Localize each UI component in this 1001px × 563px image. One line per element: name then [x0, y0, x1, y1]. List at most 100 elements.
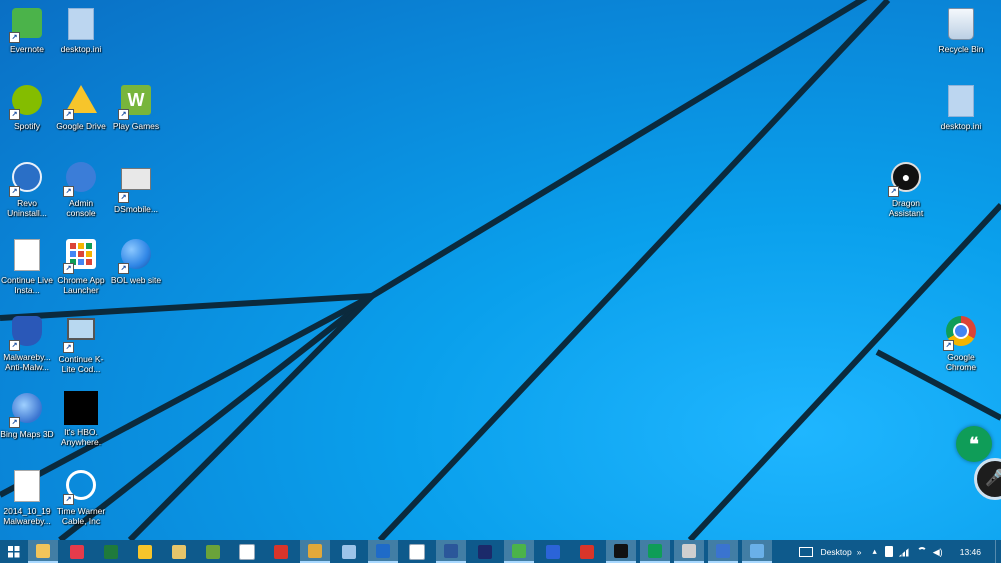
taskbar-button-scanner[interactable] [674, 540, 704, 563]
hangouts-floater[interactable]: ❝ [956, 426, 992, 462]
desktop-icon-malwarebytes[interactable]: ↗ Malwareby... Anti-Malw... [0, 314, 54, 372]
taskbar-button-app-blue[interactable] [538, 540, 568, 563]
evernote-icon: ↗ [9, 8, 44, 43]
taskbar-button-excel[interactable] [96, 540, 126, 563]
desktop-icon-admin-console[interactable]: ↗ Admin console [54, 160, 108, 218]
malwarebytes-icon: ↗ [9, 316, 44, 351]
remote-desktop-icon [750, 543, 764, 558]
desktop-icon-label: Continue K-Lite Cod... [58, 354, 104, 374]
volume-icon[interactable]: ◀) [933, 547, 943, 557]
help-icon [716, 543, 730, 558]
text-file-icon [10, 470, 44, 504]
desktop-icon-evernote[interactable]: ↗ Evernote [0, 6, 54, 54]
desktop-icon-label: Bing Maps 3D [0, 429, 54, 439]
show-hidden-icons-button[interactable]: ▴ [872, 546, 876, 557]
app-launcher-icon: ↗ [63, 239, 98, 274]
folder-icon [36, 543, 50, 558]
power-icon[interactable] [884, 546, 893, 557]
desktop-icon-hbo[interactable]: It's HBO. Anywhere. [54, 391, 108, 447]
desktop-icon-continue-klite[interactable]: ↗ Continue K-Lite Cod... [54, 314, 108, 374]
chrome-icon: ↗ [943, 316, 978, 351]
taskbar-button-outlook[interactable] [368, 540, 398, 563]
desktop-icon-dsmobile[interactable]: ↗ DSmobile... [109, 160, 163, 214]
revo-icon: ↗ [9, 162, 44, 197]
desktop-icon-recycle-bin[interactable]: Recycle Bin [934, 6, 988, 54]
scanner-icon [682, 543, 696, 558]
taskbar-button-app-dark[interactable] [470, 540, 500, 563]
desktop-icon-label: Admin console [66, 198, 96, 218]
media-icon [274, 544, 288, 559]
desktop-icon-bol-web[interactable]: ↗ BOL web site [109, 237, 163, 285]
wifi-icon[interactable] [916, 546, 927, 557]
taskbar-button-media[interactable] [266, 540, 296, 563]
taskbar-button-app-black[interactable] [606, 540, 636, 563]
desktop-icon-label: BOL web site [110, 275, 162, 285]
desktop-icon-label: Recycle Bin [938, 44, 984, 54]
taskbar-button-pocket[interactable] [62, 540, 92, 563]
installer-icon: ↗ [63, 318, 98, 353]
desktop-icon-label: Play Games [112, 121, 160, 131]
desktop-icon-spotify[interactable]: ↗ Spotify [0, 83, 54, 131]
desktop-icon-play-games[interactable]: W ↗ Play Games [109, 83, 163, 131]
desktop-icon-google-drive[interactable]: ↗ Google Drive [54, 83, 108, 131]
keyboard-icon[interactable] [798, 546, 813, 557]
file-icon [944, 85, 978, 119]
desktop-icon-label: Evernote [9, 44, 45, 54]
taskbar-button-app-launcher[interactable] [232, 540, 262, 563]
app-icon [546, 544, 560, 559]
grid-icon [239, 543, 255, 560]
recycle-bin-icon [944, 8, 978, 42]
google-drive-icon: ↗ [63, 85, 98, 120]
taskbar: Desktop » ▴ ◀) 13:46 [0, 540, 1001, 563]
taskbar-button-toolbox[interactable] [572, 540, 602, 563]
desktop-icon-time-warner[interactable]: ↗ Time Warner Cable, Inc [54, 468, 108, 526]
show-desktop-button[interactable] [995, 540, 1001, 563]
desktop-icon-label: desktop.ini [940, 121, 982, 131]
taskbar-buttons [28, 540, 776, 563]
desktop-icon-bing-maps[interactable]: ↗ Bing Maps 3D [0, 391, 54, 439]
taskbar-button-folder-yellow[interactable] [164, 540, 194, 563]
pocket-icon [70, 544, 84, 559]
globe-icon: ↗ [118, 239, 153, 274]
excel-icon [104, 544, 118, 559]
folder-icon [172, 544, 186, 559]
signal-icon[interactable] [898, 546, 911, 557]
taskbar-button-evernote[interactable] [504, 540, 534, 563]
taskbar-button-hangouts[interactable] [640, 540, 670, 563]
bing-maps-icon: ↗ [9, 393, 44, 428]
microphone-icon: ● ↗ [888, 162, 923, 197]
taskbar-button-play-games[interactable] [198, 540, 228, 563]
desktop-icon-chrome-app-launcher[interactable]: ↗ Chrome App Launcher [54, 237, 108, 295]
admin-console-icon: ↗ [63, 162, 98, 197]
taskbar-button-chrome[interactable] [300, 540, 330, 563]
outlook-icon [376, 543, 390, 558]
desktop-icon-desktop-ini-2[interactable]: desktop.ini [934, 83, 988, 131]
taskbar-button-remote[interactable] [742, 540, 772, 563]
document-icon [10, 239, 44, 273]
desktop-icon-label: Revo Uninstall... [7, 198, 47, 218]
taskbar-button-file-explorer[interactable] [28, 540, 58, 563]
microphone-icon: 🎤 [985, 470, 1001, 487]
clock[interactable]: 13:46 [960, 547, 981, 557]
evernote-icon [512, 543, 526, 558]
taskbar-button-google-drive[interactable] [130, 540, 160, 563]
desktop-icon-desktop-ini[interactable]: desktop.ini [54, 6, 108, 54]
desktop-icon-continue-live[interactable]: Continue Live Insta... [0, 237, 54, 295]
taskbar-button-word[interactable] [436, 540, 466, 563]
start-button[interactable] [0, 540, 28, 563]
word-icon [444, 543, 458, 558]
desktop-icon-dragon[interactable]: ● ↗ Dragon Assistant [879, 160, 933, 218]
desktop-icon-label: Chrome App Launcher [57, 275, 105, 295]
network-icon [342, 544, 356, 559]
desktop-toolbar-label[interactable]: Desktop [821, 547, 852, 557]
desktop-icon-label: Google Drive [56, 121, 106, 131]
taskbar-button-help[interactable] [708, 540, 738, 563]
windows-logo-icon [8, 545, 20, 557]
desktop-icon-malwarebytes-log[interactable]: 2014_10_19 Malwareby... [0, 468, 54, 526]
taskbar-button-network[interactable] [334, 540, 364, 563]
more-toolbars-icon[interactable]: » [857, 547, 862, 557]
chrome-icon [308, 543, 322, 558]
desktop-icon-google-chrome[interactable]: ↗ Google Chrome [934, 314, 988, 372]
desktop-icon-revo[interactable]: ↗ Revo Uninstall... [0, 160, 54, 218]
taskbar-button-document[interactable] [402, 540, 432, 563]
